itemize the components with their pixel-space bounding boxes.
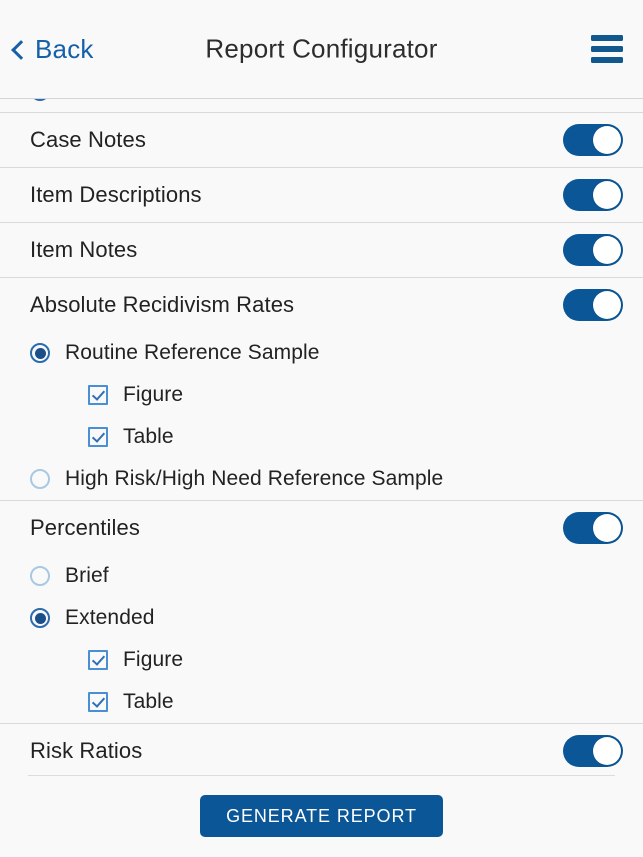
risk-ratios-group: Risk RatiosBriefTable: [0, 723, 643, 775]
option-label-routine-reference-sample: Routine Reference Sample: [65, 341, 320, 364]
option-row-routine-reference-sample[interactable]: Routine Reference Sample: [0, 332, 643, 374]
menu-bar-3: [591, 57, 623, 63]
setting-row-absolute-recidivism-rates[interactable]: Absolute Recidivism Rates: [0, 278, 643, 332]
menu-bar-2: [591, 46, 623, 52]
setting-label-absolute-recidivism-rates: Absolute Recidivism Rates: [30, 292, 295, 317]
option-label-detail-extended: Extended: [65, 99, 155, 103]
toggle-item-descriptions[interactable]: [563, 179, 623, 211]
radio-percentiles-extended[interactable]: [30, 608, 50, 628]
item-descriptions-group: Item Descriptions: [0, 167, 643, 222]
option-row-routine-table[interactable]: Table: [0, 416, 643, 458]
report-detail-group: Extended: [0, 99, 643, 112]
radio-detail-extended[interactable]: [30, 99, 50, 101]
setting-row-item-descriptions[interactable]: Item Descriptions: [0, 168, 643, 222]
page-title: Report Configurator: [205, 33, 438, 64]
setting-row-percentiles[interactable]: Percentiles: [0, 501, 643, 555]
setting-row-item-notes[interactable]: Item Notes: [0, 223, 643, 277]
option-label-percentiles-table: Table: [123, 690, 174, 713]
setting-label-risk-ratios: Risk Ratios: [30, 738, 143, 763]
option-row-percentiles-extended[interactable]: Extended: [0, 597, 643, 639]
toggle-percentiles[interactable]: [563, 512, 623, 544]
radio-routine-reference-sample[interactable]: [30, 343, 50, 363]
setting-row-case-notes[interactable]: Case Notes: [0, 113, 643, 167]
setting-row-risk-ratios[interactable]: Risk Ratios: [0, 724, 643, 775]
menu-bar-1: [591, 35, 623, 41]
generate-report-button[interactable]: GENERATE REPORT: [200, 795, 443, 837]
toggle-absolute-recidivism-rates[interactable]: [563, 289, 623, 321]
setting-label-percentiles: Percentiles: [30, 515, 140, 540]
option-row-percentiles-table[interactable]: Table: [0, 681, 643, 723]
toggle-knob: [593, 291, 621, 319]
toggle-knob: [593, 737, 621, 765]
setting-label-item-descriptions: Item Descriptions: [30, 182, 202, 207]
case-notes-group: Case Notes: [0, 112, 643, 167]
footer-bar: GENERATE REPORT: [0, 775, 643, 857]
setting-label-item-notes: Item Notes: [30, 237, 138, 262]
toggle-risk-ratios[interactable]: [563, 735, 623, 767]
report-configurator-screen: Back Report Configurator Extended Case No…: [0, 0, 643, 857]
app-header: Back Report Configurator: [0, 0, 643, 99]
checkbox-percentiles-table[interactable]: [88, 692, 108, 712]
toggle-knob: [593, 181, 621, 209]
option-label-percentiles-brief: Brief: [65, 564, 109, 587]
option-row-detail-extended[interactable]: Extended: [0, 99, 643, 112]
toggle-knob: [593, 236, 621, 264]
absolute-recidivism-rates-group: Absolute Recidivism Rates Routine Referen…: [0, 277, 643, 500]
option-label-routine-table: Table: [123, 425, 174, 448]
settings-scroll-area[interactable]: Extended Case Notes Item Descriptions Item …: [0, 99, 643, 775]
checkbox-percentiles-figure[interactable]: [88, 650, 108, 670]
option-label-routine-figure: Figure: [123, 383, 184, 406]
hamburger-menu-icon[interactable]: [591, 35, 623, 63]
checkbox-routine-figure[interactable]: [88, 385, 108, 405]
radio-high-risk-high-need-reference-sample[interactable]: [30, 469, 50, 489]
item-notes-group: Item Notes: [0, 222, 643, 277]
setting-label-case-notes: Case Notes: [30, 127, 146, 152]
option-label-percentiles-figure: Figure: [123, 648, 184, 671]
percentiles-group: Percentiles Brief Extended Figure Table: [0, 500, 643, 723]
toggle-item-notes[interactable]: [563, 234, 623, 266]
toggle-knob: [593, 126, 621, 154]
option-row-high-risk-high-need-reference-sample[interactable]: High Risk/High Need Reference Sample: [0, 458, 643, 500]
toggle-knob: [593, 514, 621, 542]
option-label-high-risk-high-need-reference-sample: High Risk/High Need Reference Sample: [65, 467, 444, 490]
checkbox-routine-table[interactable]: [88, 427, 108, 447]
settings-list: Extended Case Notes Item Descriptions Item …: [0, 99, 643, 775]
radio-percentiles-brief[interactable]: [30, 566, 50, 586]
option-row-percentiles-brief[interactable]: Brief: [0, 555, 643, 597]
option-label-percentiles-extended: Extended: [65, 606, 155, 629]
toggle-case-notes[interactable]: [563, 124, 623, 156]
option-row-routine-figure[interactable]: Figure: [0, 374, 643, 416]
option-row-percentiles-figure[interactable]: Figure: [0, 639, 643, 681]
